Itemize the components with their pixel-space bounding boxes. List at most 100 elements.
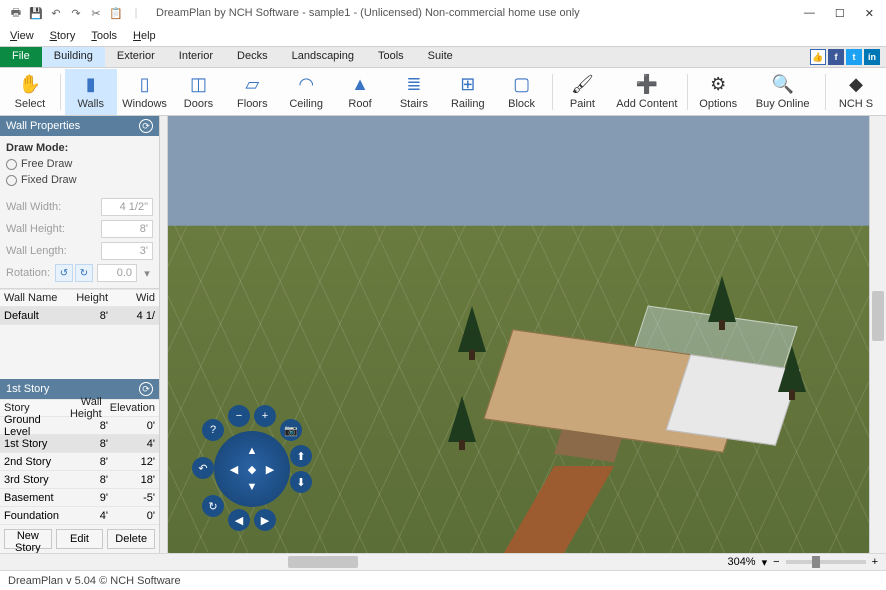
zoom-out-icon[interactable]: − <box>228 405 250 427</box>
tab-suite[interactable]: Suite <box>416 47 465 67</box>
zoom-out-button[interactable]: − <box>773 556 779 568</box>
new-story-button[interactable]: New Story <box>4 529 52 549</box>
save-icon[interactable]: 💾 <box>28 5 44 21</box>
tool-stairs[interactable]: ≣Stairs <box>388 69 440 115</box>
nav-orbit-pad[interactable]: ▲ ◀◆▶ ▼ <box>214 431 290 507</box>
menu-story[interactable]: Story <box>50 30 76 42</box>
wall-table-row[interactable]: Default 8' 4 1/ <box>0 307 159 325</box>
story-row[interactable]: Ground Level8'0' <box>0 417 159 435</box>
zoom-in-button[interactable]: + <box>872 556 878 568</box>
tool-add-content[interactable]: ➕Add Content <box>610 69 683 115</box>
ceiling-icon: ◠ <box>295 74 317 96</box>
menu-help[interactable]: Help <box>133 30 156 42</box>
tool-options[interactable]: ⚙Options <box>692 69 744 115</box>
menubar: View Story Tools Help <box>0 26 886 46</box>
undo-icon[interactable]: ↶ <box>48 5 64 21</box>
tab-tools[interactable]: Tools <box>366 47 416 67</box>
zoom-in-icon[interactable]: + <box>254 405 276 427</box>
tool-nch[interactable]: ◆NCH S <box>830 69 882 115</box>
tool-windows[interactable]: ▯Windows <box>119 69 171 115</box>
linkedin-icon[interactable]: in <box>864 49 880 65</box>
wall-properties-header[interactable]: Wall Properties ⟳ <box>0 116 159 136</box>
like-icon[interactable]: 👍 <box>810 49 826 65</box>
nav-right-icon[interactable]: ▶ <box>261 460 279 478</box>
help-icon[interactable]: ? <box>202 419 224 441</box>
tool-doors[interactable]: ◫Doors <box>173 69 225 115</box>
tool-ceiling[interactable]: ◠Ceiling <box>280 69 332 115</box>
rotate-cw-icon[interactable]: ↻ <box>75 264 93 282</box>
vertical-scrollbar[interactable] <box>869 116 886 553</box>
tab-file[interactable]: File <box>0 47 42 67</box>
splitter[interactable] <box>160 116 168 553</box>
nch-icon: ◆ <box>845 74 867 96</box>
zoom-dropdown-icon[interactable]: ▾ <box>762 556 768 569</box>
windows-icon: ▯ <box>134 74 156 96</box>
paste-icon[interactable]: 📋 <box>108 5 124 21</box>
menu-tools[interactable]: Tools <box>91 30 117 42</box>
radio-fixed-draw[interactable]: Fixed Draw <box>6 172 153 188</box>
menu-view[interactable]: View <box>10 30 34 42</box>
minimize-button[interactable]: — <box>800 5 819 22</box>
nav-back-icon[interactable]: ◀ <box>228 509 250 531</box>
nav-fwd-icon[interactable]: ▶ <box>254 509 276 531</box>
ribbon-tabs: File Building Exterior Interior Decks La… <box>0 46 886 68</box>
rotate-right-icon[interactable]: ↻ <box>202 495 224 517</box>
tab-decks[interactable]: Decks <box>225 47 280 67</box>
tool-block[interactable]: ▢Block <box>496 69 548 115</box>
wall-height-input[interactable]: 8' <box>101 220 153 238</box>
story-row[interactable]: 2nd Story8'12' <box>0 453 159 471</box>
tool-roof[interactable]: ▲Roof <box>334 69 386 115</box>
facebook-icon[interactable]: f <box>828 49 844 65</box>
story-row[interactable]: Foundation4'0' <box>0 507 159 525</box>
wall-length-input[interactable]: 3' <box>101 242 153 260</box>
story-row[interactable]: 3rd Story8'18' <box>0 471 159 489</box>
wall-width-input[interactable]: 4 1/2" <box>101 198 153 216</box>
spinner-icon[interactable]: ▾ <box>141 267 153 280</box>
maximize-button[interactable]: ☐ <box>831 5 849 22</box>
tool-buy-online[interactable]: 🔍Buy Online <box>746 69 819 115</box>
walls-icon: ▮ <box>80 74 102 96</box>
collapse-icon[interactable]: ⟳ <box>139 382 153 396</box>
rotate-ccw-icon[interactable]: ↺ <box>55 264 73 282</box>
tab-interior[interactable]: Interior <box>167 47 225 67</box>
wall-length-label: Wall Length: <box>6 245 97 257</box>
radio-free-draw[interactable]: Free Draw <box>6 156 153 172</box>
tool-select[interactable]: ✋Select <box>4 69 56 115</box>
print-icon[interactable]: 🖶 <box>8 5 24 21</box>
status-version: DreamPlan v 5.04 © NCH Software <box>8 575 181 587</box>
zoom-slider[interactable] <box>786 560 866 564</box>
tool-railing[interactable]: ⊞Railing <box>442 69 494 115</box>
navigation-pad: ▲ ◀◆▶ ▼ − + ? 📷 ↶ ⬆ ⬇ ↻ ◀ ▶ <box>188 405 316 533</box>
nav-down-icon[interactable]: ▼ <box>243 478 261 496</box>
viewport-3d[interactable]: ▲ ◀◆▶ ▼ − + ? 📷 ↶ ⬆ ⬇ ↻ ◀ ▶ <box>168 116 869 553</box>
edit-story-button[interactable]: Edit <box>56 529 104 549</box>
camera-icon[interactable]: 📷 <box>280 419 302 441</box>
story-row[interactable]: 1st Story8'4' <box>0 435 159 453</box>
lower-icon[interactable]: ⬇ <box>290 471 312 493</box>
wall-height-label: Wall Height: <box>6 223 97 235</box>
close-button[interactable]: ✕ <box>861 5 878 22</box>
nav-up-icon[interactable]: ▲ <box>243 442 261 460</box>
tool-floors[interactable]: ▱Floors <box>226 69 278 115</box>
tool-paint[interactable]: 🖌Paint <box>557 69 609 115</box>
wall-width-label: Wall Width: <box>6 201 97 213</box>
cut-icon[interactable]: ✂ <box>88 5 104 21</box>
twitter-icon[interactable]: t <box>846 49 862 65</box>
rotate-left-icon[interactable]: ↶ <box>192 457 214 479</box>
tab-building[interactable]: Building <box>42 47 105 67</box>
collapse-icon[interactable]: ⟳ <box>139 119 153 133</box>
delete-story-button[interactable]: Delete <box>107 529 155 549</box>
redo-icon[interactable]: ↷ <box>68 5 84 21</box>
tab-landscaping[interactable]: Landscaping <box>280 47 366 67</box>
railing-icon: ⊞ <box>457 74 479 96</box>
story-row[interactable]: Basement9'-5' <box>0 489 159 507</box>
rotation-input[interactable]: 0.0 <box>97 264 137 282</box>
horizontal-scrollbar[interactable]: 304% ▾ − + <box>0 553 886 570</box>
rotation-label: Rotation: <box>6 267 51 279</box>
tab-exterior[interactable]: Exterior <box>105 47 167 67</box>
nav-left-icon[interactable]: ◀ <box>225 460 243 478</box>
raise-icon[interactable]: ⬆ <box>290 445 312 467</box>
tool-walls[interactable]: ▮Walls <box>65 69 117 115</box>
nav-center-icon[interactable]: ◆ <box>243 460 261 478</box>
stairs-icon: ≣ <box>403 74 425 96</box>
